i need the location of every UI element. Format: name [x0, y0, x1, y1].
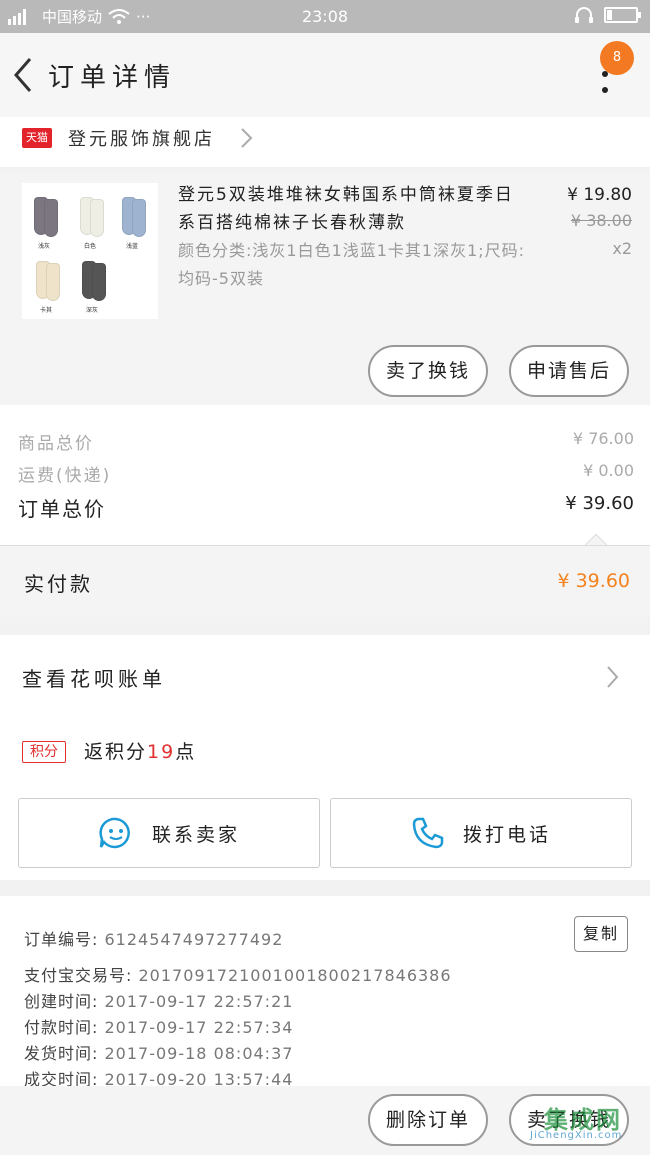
- watermark-url: JiChengXin.com: [530, 1130, 623, 1141]
- product-original-price: ¥ 38.00: [570, 211, 632, 230]
- points-prefix: 返积分: [84, 741, 148, 763]
- order-info: 订单编号: 6124547497277492 复制 支付宝交易号: 201709…: [0, 896, 650, 1089]
- shipped-label: 发货时间:: [24, 1044, 99, 1063]
- order-number-value: 6124547497277492: [104, 930, 284, 949]
- alipay-value: 2017091721001001800217846386: [138, 966, 452, 985]
- paid-time-value: 2017-09-17 22:57:34: [104, 1018, 294, 1037]
- chevron-right-icon: [241, 128, 253, 148]
- sock-image: [132, 199, 146, 237]
- contact-seller-label: 联系卖家: [151, 823, 240, 846]
- alipay-label: 支付宝交易号:: [24, 966, 133, 985]
- points-tag: 积分: [22, 741, 66, 763]
- chevron-right-icon[interactable]: [602, 663, 622, 691]
- goods-total-value: ¥ 76.00: [572, 429, 634, 448]
- sock-image: [44, 199, 58, 237]
- status-bar: 中国移动 ··· 23:08: [0, 0, 650, 33]
- page-title: 订单详情: [48, 63, 177, 93]
- goods-total-row: 商品总价 ¥ 76.00: [18, 429, 634, 454]
- shipping-label: 运费(快递): [18, 466, 112, 486]
- shipped-value: 2017-09-18 08:04:37: [104, 1044, 294, 1063]
- product-card[interactable]: 浅灰 白色 浅蓝卡其 深灰 登元5双装堆堆袜女韩国系中筒袜夏季日系百搭纯棉袜子长春秋薄…: [0, 173, 650, 405]
- price-summary: 商品总价 ¥ 76.00 运费(快递) ¥ 0.00 订单总价 ¥ 39.60: [0, 405, 650, 545]
- sell-button[interactable]: 卖了换钱: [368, 345, 488, 397]
- paid-value: ¥ 39.60: [557, 570, 630, 592]
- huabei-section: 查看花呗账单 积分 返积分19点 联系卖家 拨打电话: [0, 635, 650, 880]
- order-number-label: 订单编号:: [24, 930, 99, 949]
- order-total-row: 订单总价 ¥ 39.60: [18, 493, 634, 522]
- created-label: 创建时间:: [24, 992, 99, 1011]
- sock-label: 浅灰: [38, 243, 51, 250]
- created-value: 2017-09-17 22:57:21: [104, 992, 294, 1011]
- tmall-logo: 天猫: [22, 128, 52, 148]
- sock-image: [92, 263, 106, 301]
- sock-label: 浅蓝: [126, 243, 139, 250]
- status-right: [574, 6, 641, 24]
- product-quantity: x2: [612, 239, 632, 258]
- watermark-logo: 集成网 JiChengXin.com: [522, 1096, 642, 1146]
- points-value: 19: [147, 741, 176, 763]
- paid-time-label: 付款时间:: [24, 1018, 99, 1037]
- paid-time: 付款时间: 2017-09-17 22:57:34: [24, 1014, 293, 1038]
- call-phone-label: 拨打电话: [462, 823, 551, 846]
- headset-icon: [575, 7, 593, 23]
- shipping-value: ¥ 0.00: [583, 461, 634, 480]
- points-text: 返积分19点: [84, 737, 196, 764]
- order-number: 订单编号: 6124547497277492: [24, 926, 283, 950]
- call-phone-button[interactable]: 拨打电话: [330, 798, 632, 868]
- shipping-row: 运费(快递) ¥ 0.00: [18, 461, 634, 486]
- chat-face-icon: [99, 817, 130, 849]
- delete-order-button[interactable]: 删除订单: [368, 1094, 488, 1146]
- store-name: 登元服饰旗舰店: [68, 129, 215, 150]
- copy-button[interactable]: 复制: [574, 916, 628, 952]
- store-row[interactable]: 天猫 登元服饰旗舰店: [0, 117, 650, 167]
- product-image[interactable]: 浅灰 白色 浅蓝卡其 深灰: [22, 183, 158, 319]
- battery-icon: [604, 7, 641, 23]
- order-total-label: 订单总价: [18, 497, 106, 521]
- sock-image: [46, 263, 60, 301]
- after-sale-button[interactable]: 申请售后: [509, 345, 629, 397]
- phone-icon: [412, 817, 444, 849]
- order-total-value: ¥ 39.60: [565, 493, 634, 514]
- sock-label: 卡其: [40, 307, 53, 314]
- contact-seller-button[interactable]: 联系卖家: [18, 798, 320, 868]
- product-price: ¥ 19.80: [567, 185, 632, 205]
- product-sku: 颜色分类:浅灰1白色1浅蓝1卡其1深灰1;尺码:均码-5双装: [178, 241, 526, 288]
- shipped-time: 发货时间: 2017-09-18 08:04:37: [24, 1040, 293, 1064]
- huabei-bill-link[interactable]: 查看花呗账单: [22, 663, 166, 692]
- bottom-bar: 删除订单 卖了换钱 集成网 JiChengXin.com: [0, 1086, 650, 1155]
- sock-label: 深灰: [86, 307, 99, 314]
- paid-label: 实付款: [24, 572, 93, 596]
- goods-total-label: 商品总价: [18, 434, 94, 454]
- product-title[interactable]: 登元5双装堆堆袜女韩国系中筒袜夏季日系百搭纯棉袜子长春秋薄款: [178, 181, 528, 237]
- alipay-number: 支付宝交易号: 2017091721001001800217846386: [24, 962, 452, 986]
- message-badge[interactable]: 8: [600, 41, 634, 75]
- sock-image: [90, 199, 104, 237]
- points-suffix: 点: [175, 741, 197, 763]
- back-arrow-icon[interactable]: [8, 55, 38, 95]
- nav-bar: 订单详情 8: [0, 33, 650, 117]
- sock-label: 白色: [84, 243, 97, 250]
- paid-row: 实付款 ¥ 39.60: [0, 545, 650, 617]
- status-time: 23:08: [301, 7, 349, 26]
- created-time: 创建时间: 2017-09-17 22:57:21: [24, 988, 293, 1012]
